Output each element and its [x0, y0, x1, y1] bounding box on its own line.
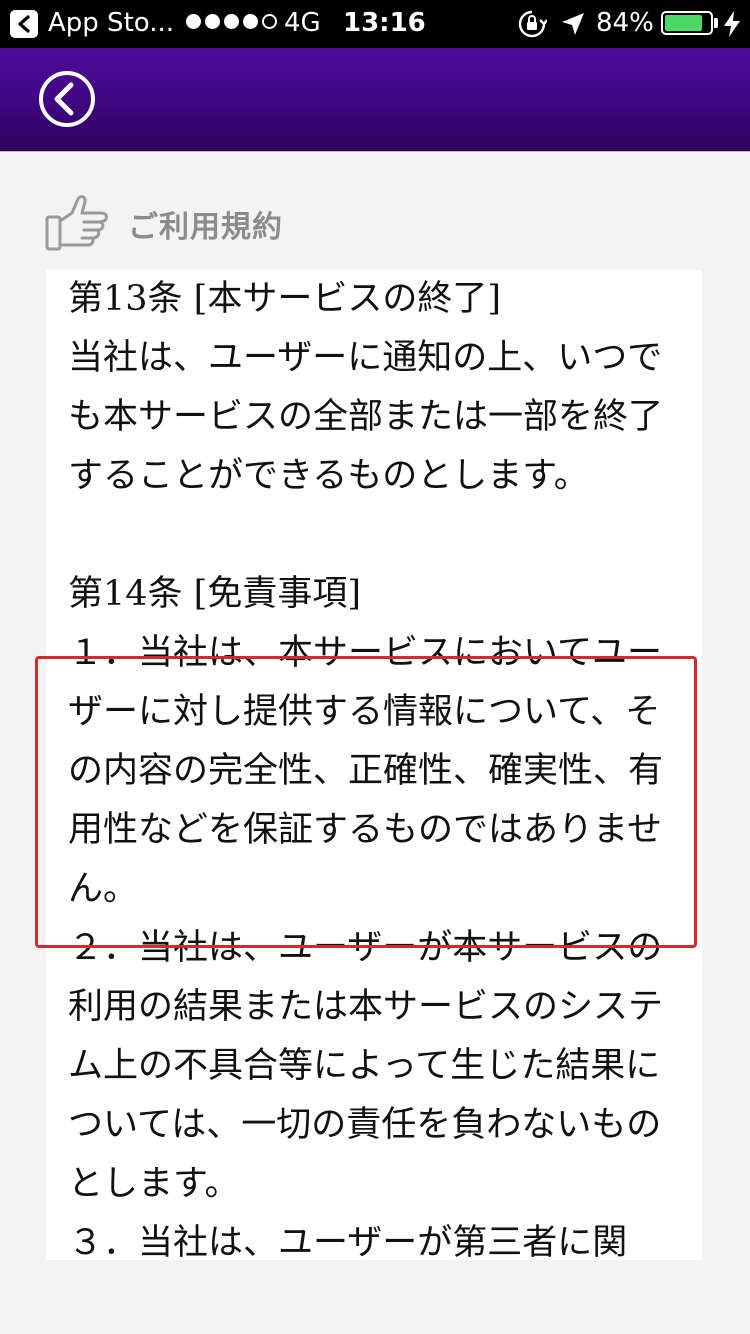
signal-dot	[224, 14, 239, 29]
back-app-icon[interactable]	[10, 10, 38, 38]
nav-bar	[0, 48, 750, 152]
signal-dot	[205, 14, 220, 29]
location-arrow-icon	[562, 13, 584, 35]
article-14-item-2: ２．当社は、ユーザーが本サービスの利用の結果または本サービスのシステム上の不具合…	[68, 928, 664, 1204]
battery-tip	[714, 18, 718, 28]
signal-dot	[186, 14, 201, 29]
article-14-title: 第14条 [免責事項]	[68, 574, 361, 614]
terms-content[interactable]: 第13条 [本サービスの終了] 当社は、ユーザーに通知の上、いつでも本サービスの…	[46, 270, 702, 1260]
network-type: 4G	[284, 8, 321, 38]
battery-fill	[665, 15, 702, 31]
back-app-label[interactable]: App Sto...	[48, 8, 174, 38]
section-title: ご利用規約	[128, 210, 283, 245]
article-13-title: 第13条 [本サービスの終了]	[68, 279, 501, 319]
lock-rotation-icon	[518, 10, 547, 38]
battery-percent: 84%	[596, 8, 654, 38]
thumbs-up-icon	[45, 195, 108, 251]
signal-dot	[262, 14, 277, 29]
section-header: ご利用規約	[44, 192, 283, 256]
article-13-body: 当社は、ユーザーに通知の上、いつでも本サービスの全部または一部を終了することがで…	[68, 338, 664, 496]
battery-icon	[661, 11, 713, 35]
status-bar: App Sto... 4G 13:16 84%	[0, 0, 750, 48]
article-14-item-3: ３．当社は、ユーザーが第三者に関	[68, 1223, 628, 1260]
signal-strength	[186, 14, 277, 29]
chevron-left-circle-icon[interactable]	[38, 70, 96, 128]
article-14-item-1: １．当社は、本サービスにおいてユーザーに対し提供する情報について、その内容の完全…	[68, 633, 664, 909]
signal-dot	[243, 14, 258, 29]
charging-bolt-icon	[724, 11, 740, 37]
clock: 13:16	[343, 8, 426, 38]
